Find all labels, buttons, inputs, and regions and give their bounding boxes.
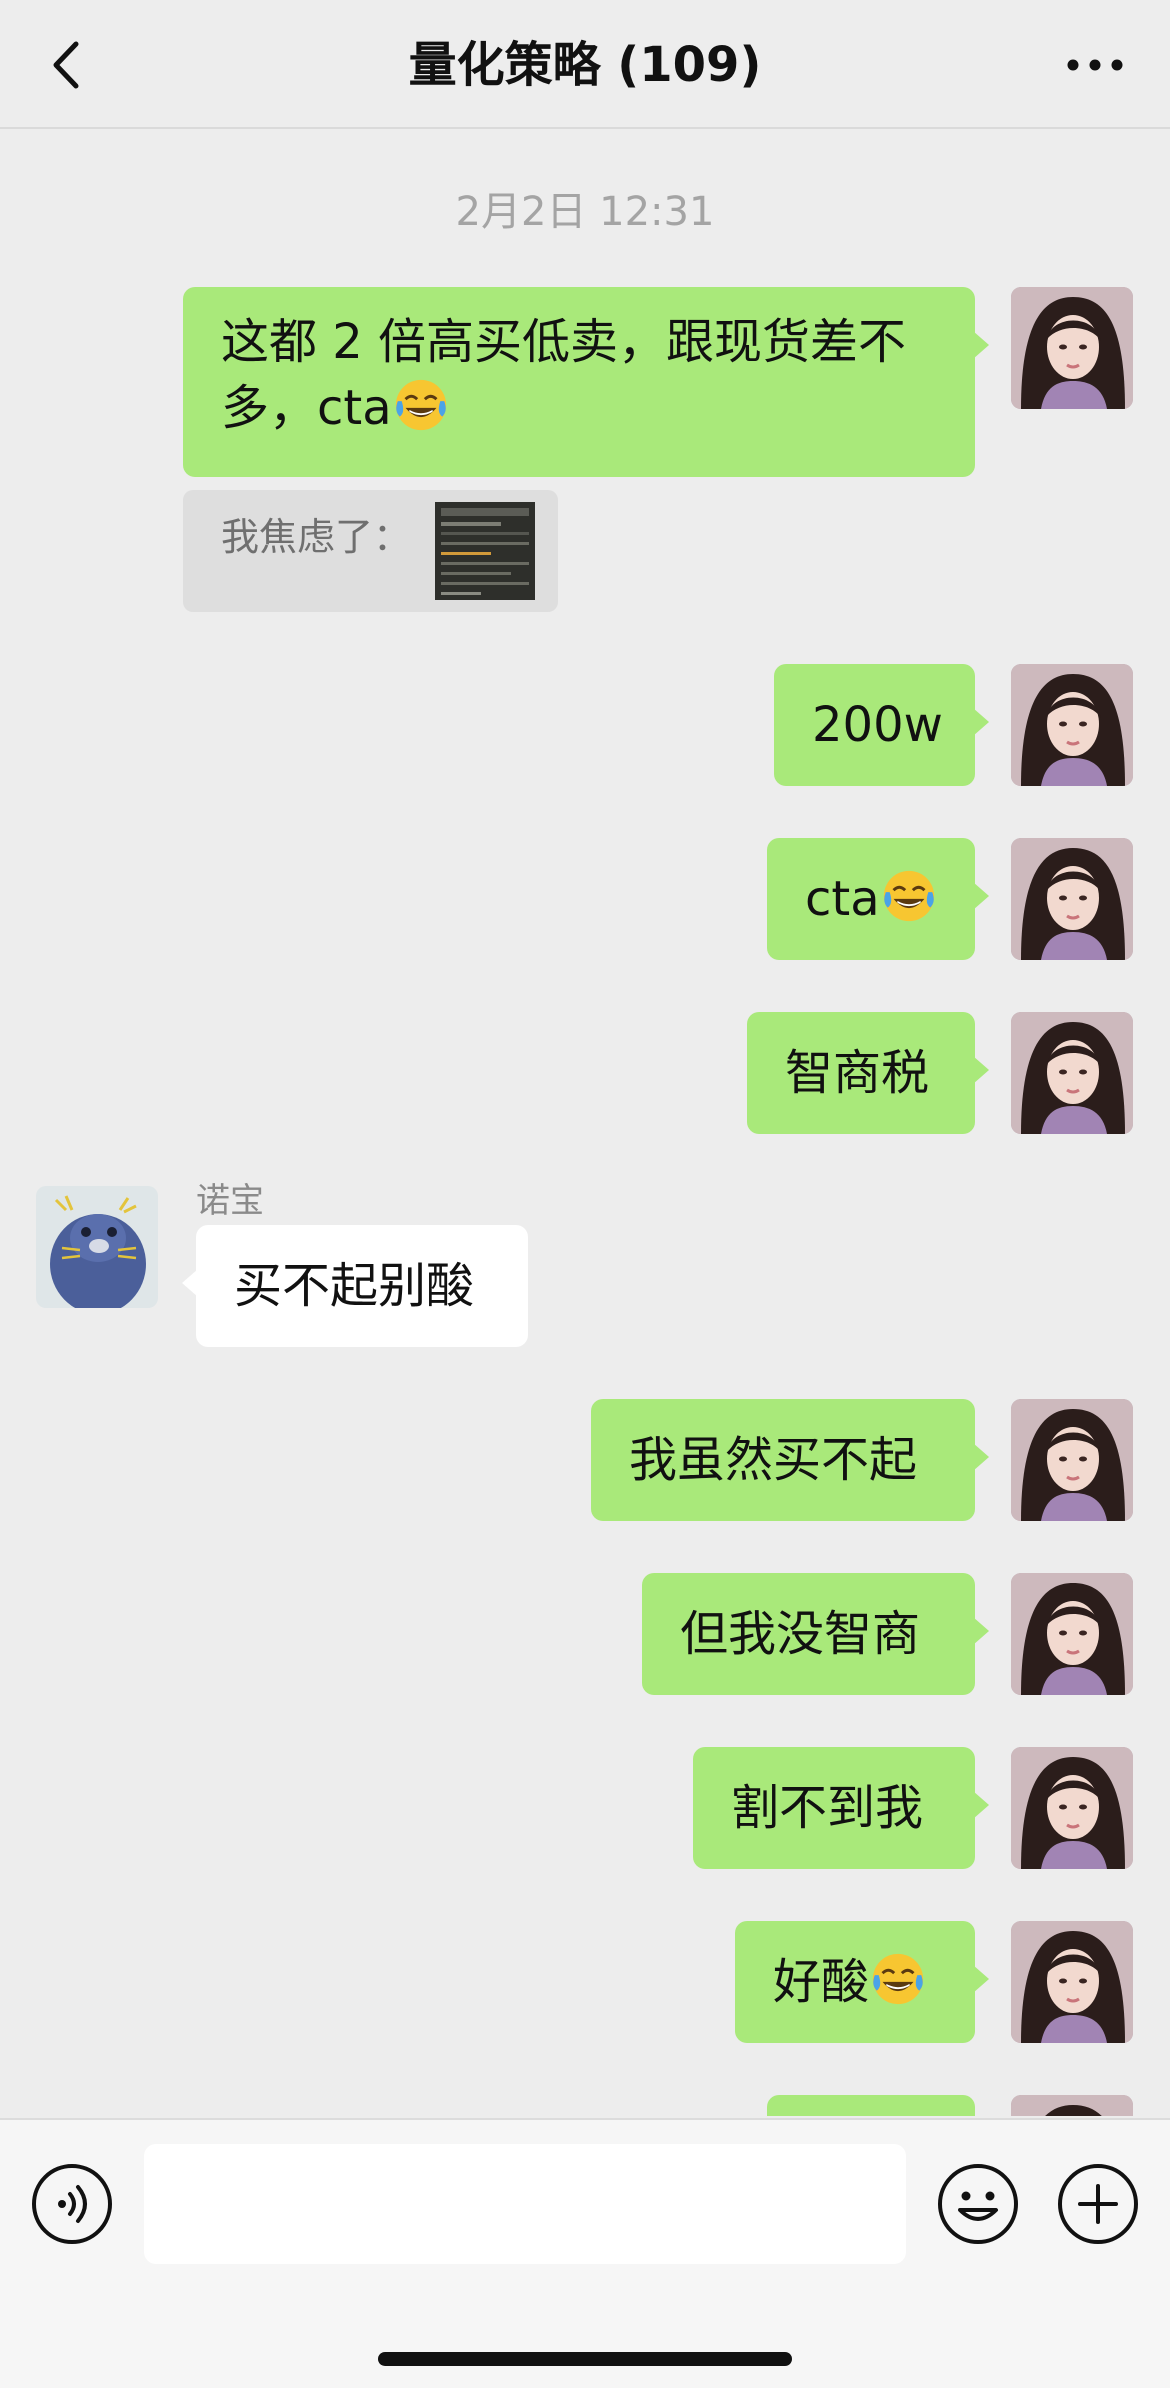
- smiley-icon: [938, 2164, 1018, 2244]
- message-text: 我虽然买不起: [629, 1432, 918, 1488]
- user-avatar-image: [1011, 1747, 1133, 1869]
- message-bubble[interactable]: 买不起别酸: [182, 1225, 528, 1347]
- avatar[interactable]: [1011, 1921, 1133, 2043]
- message-text: 买不起别酸: [234, 1258, 475, 1314]
- message-timestamp: 2月2日 12:31: [455, 189, 715, 235]
- message-text: cta: [805, 871, 880, 927]
- chat-title: 量化策略 (109): [408, 37, 762, 93]
- sender-name: 诺宝: [196, 1181, 264, 1221]
- tears-of-joy-icon: [869, 1950, 927, 2008]
- message-text: 但我没智商: [680, 1606, 921, 1662]
- quote-text: 我焦虑了：: [221, 515, 412, 559]
- plus-icon: [1058, 2164, 1138, 2244]
- input-bar: [0, 2118, 1170, 2388]
- user-avatar-image: [1011, 1921, 1133, 2043]
- message-bubble[interactable]: 智商税: [747, 1012, 989, 1134]
- avatar[interactable]: [1011, 1573, 1133, 1695]
- user-avatar-image: [1011, 838, 1133, 960]
- message-bubble-partial[interactable]: [767, 2095, 975, 2116]
- avatar[interactable]: [1011, 287, 1133, 409]
- chat-header: 量化策略 (109): [0, 0, 1170, 129]
- voice-button[interactable]: [30, 2162, 114, 2246]
- message-bubble[interactable]: 但我没智商: [642, 1573, 989, 1695]
- avatar[interactable]: [1011, 838, 1133, 960]
- message-text: 好酸: [773, 1954, 870, 2010]
- message-bubble[interactable]: 这都 2 倍高买低卖，跟现货差不多，cta: [183, 287, 989, 477]
- message-bubble[interactable]: cta: [767, 838, 989, 960]
- user-avatar-image: [1011, 1573, 1133, 1695]
- avatar[interactable]: [1011, 2095, 1133, 2116]
- message-bubble[interactable]: 割不到我: [693, 1747, 989, 1869]
- message-text: 这都 2 倍高买低卖，跟现货差不多，cta: [221, 314, 907, 436]
- more-actions-button[interactable]: [1056, 2162, 1140, 2246]
- quote-thumbnail-image[interactable]: [435, 502, 535, 600]
- tears-of-joy-icon: [880, 867, 938, 925]
- message-bubble[interactable]: 我虽然买不起: [591, 1399, 989, 1521]
- message-text: 割不到我: [731, 1780, 924, 1836]
- message-list[interactable]: 2月2日 12:31 这都 2 倍高买低卖，跟现货差不多，cta 我焦虑了： 2…: [0, 131, 1170, 2116]
- user-avatar-image: [1011, 1399, 1133, 1521]
- message-text: 200w: [812, 697, 943, 753]
- voice-icon: [32, 2164, 112, 2244]
- message-text: 智商税: [785, 1045, 930, 1101]
- user-avatar-image: [1011, 2095, 1133, 2116]
- avatar[interactable]: [1011, 1012, 1133, 1134]
- emoji-button[interactable]: [936, 2162, 1020, 2246]
- message-bubble[interactable]: 好酸: [735, 1921, 989, 2043]
- user-avatar-image: [1011, 1012, 1133, 1134]
- tears-of-joy-icon: [392, 376, 450, 434]
- avatar[interactable]: [1011, 664, 1133, 786]
- message-bubble[interactable]: 200w: [774, 664, 989, 786]
- message-input[interactable]: [144, 2144, 906, 2264]
- quoted-message[interactable]: 我焦虑了：: [183, 490, 558, 612]
- avatar[interactable]: [36, 1186, 158, 1308]
- avatar[interactable]: [1011, 1747, 1133, 1869]
- home-indicator[interactable]: [378, 2352, 792, 2366]
- more-dots-icon: [1067, 59, 1123, 71]
- more-button[interactable]: [1060, 30, 1130, 100]
- user-avatar-image: [1011, 287, 1133, 409]
- avatar[interactable]: [1011, 1399, 1133, 1521]
- user-avatar-image: [36, 1186, 158, 1308]
- user-avatar-image: [1011, 664, 1133, 786]
